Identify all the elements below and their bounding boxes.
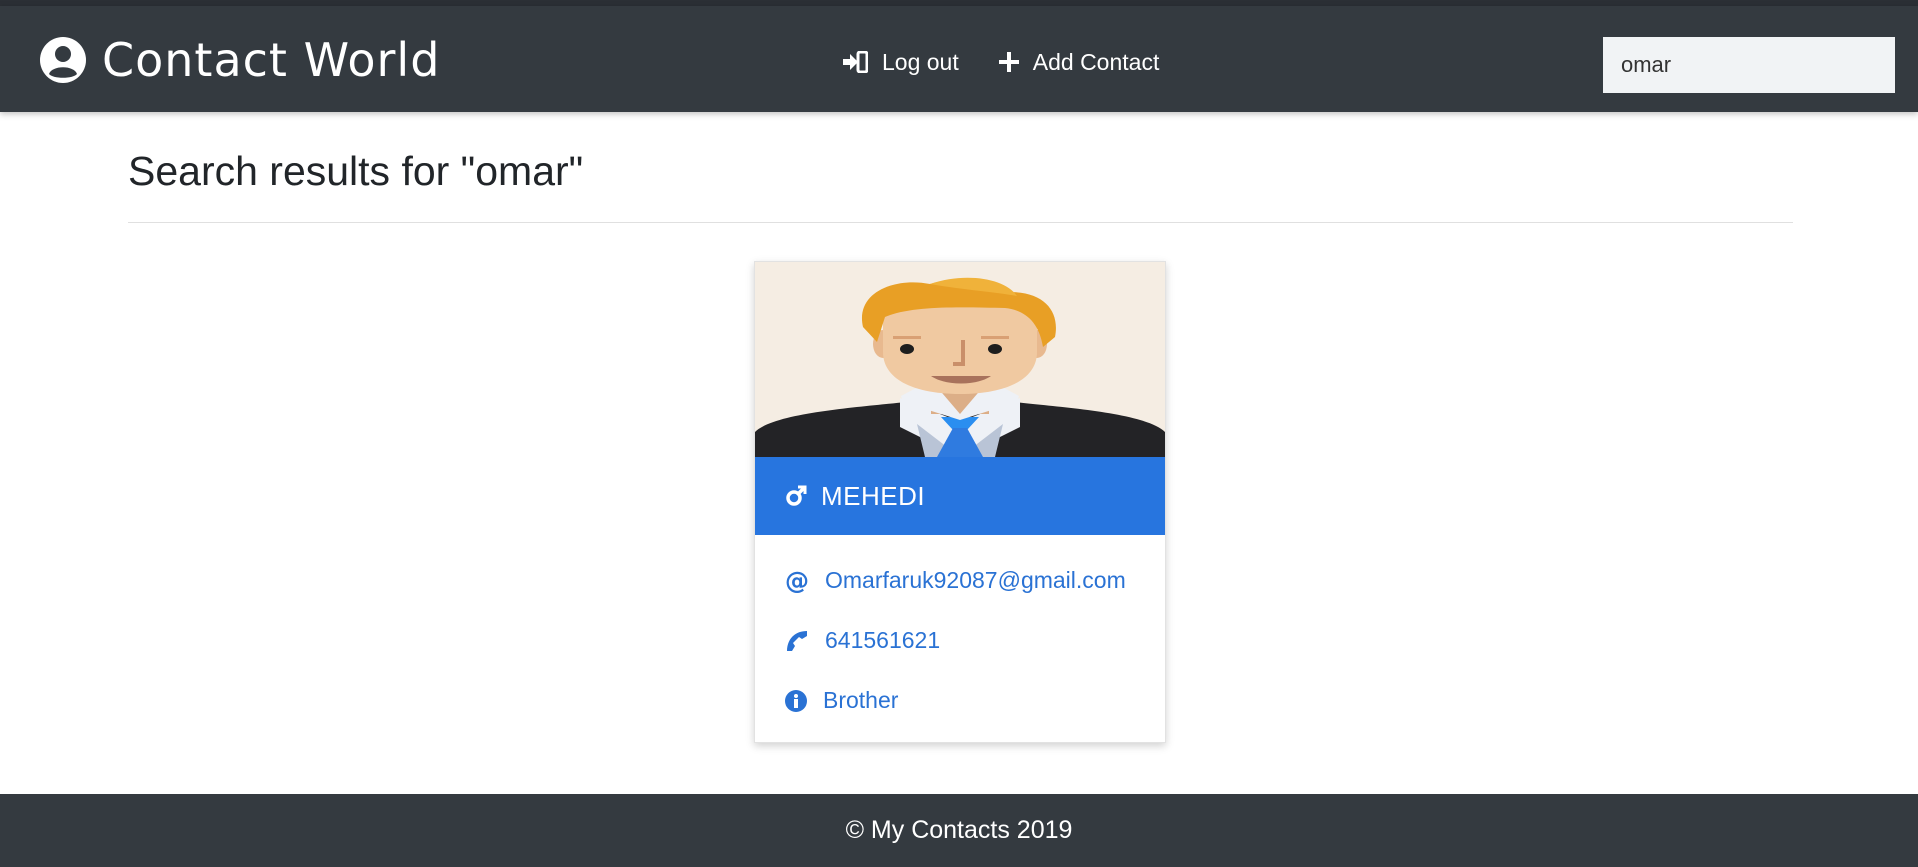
at-sign-icon: @: [785, 569, 809, 593]
contact-phone[interactable]: 641561621: [785, 627, 940, 654]
footer: © My Contacts 2019: [0, 794, 1918, 867]
male-symbol-icon: [786, 485, 807, 506]
contact-name-bar: MEHEDI: [755, 457, 1165, 535]
divider: [128, 222, 1793, 223]
phone-icon: [787, 630, 807, 651]
navbar: Contact World Log out Add Contact: [0, 6, 1918, 112]
nav-links: Log out Add Contact: [842, 42, 1199, 82]
footer-text: © My Contacts 2019: [845, 816, 1073, 844]
logout-link[interactable]: Log out: [842, 49, 959, 76]
contact-email-text: Omarfaruk92087@gmail.com: [825, 567, 1126, 593]
user-circle-icon: [40, 37, 86, 83]
add-contact-label: Add Contact: [1032, 48, 1160, 75]
brand[interactable]: Contact World: [40, 32, 440, 88]
contact-card: MEHEDI @ Omarfaruk92087@gmail.com 641561…: [754, 261, 1166, 743]
contact-email[interactable]: @ Omarfaruk92087@gmail.com: [785, 567, 1126, 594]
plus-icon: [998, 52, 1019, 72]
avatar: [755, 262, 1165, 457]
contact-name: MEHEDI: [821, 480, 926, 511]
sign-in-icon: [843, 51, 868, 73]
info-circle-icon: [785, 689, 807, 712]
contact-phone-text: 641561621: [825, 627, 941, 653]
page-title: Search results for "omar": [128, 148, 584, 194]
svg-text:@: @: [785, 569, 809, 593]
contact-relation: Brother: [785, 687, 898, 714]
brand-title: Contact World: [102, 33, 441, 87]
search-input[interactable]: [1603, 37, 1895, 93]
add-contact-link[interactable]: Add Contact: [998, 48, 1160, 76]
contact-relation-text: Brother: [823, 687, 899, 713]
logout-label: Log out: [882, 48, 959, 75]
